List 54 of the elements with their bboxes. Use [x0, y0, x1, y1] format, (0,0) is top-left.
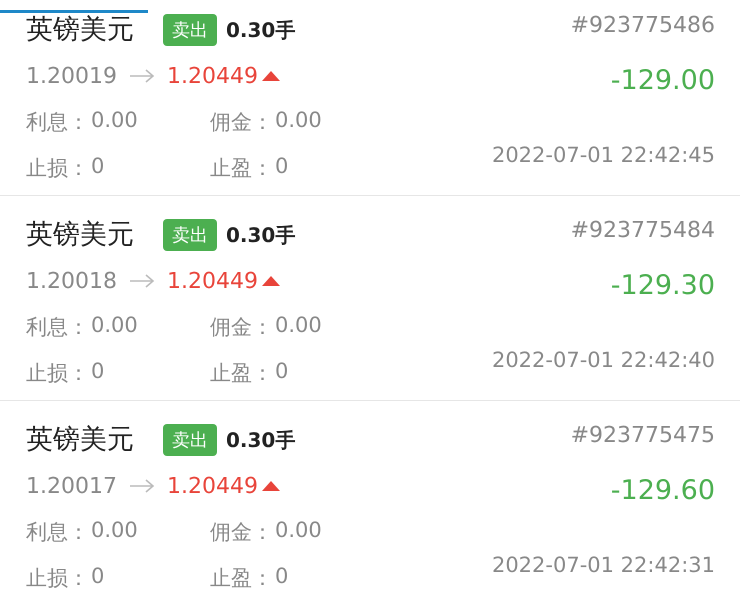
arrow-right-icon [128, 479, 155, 493]
take-profit-value: 0 [275, 359, 288, 385]
stop-loss-label: 止损： [26, 360, 89, 387]
profit-value: -129.30 [610, 270, 715, 303]
symbol-name: 英镑美元 [26, 16, 134, 44]
commission-value: 0.00 [275, 518, 322, 544]
stop-loss-label: 止损： [26, 565, 89, 592]
open-price: 1.20017 [26, 474, 117, 498]
open-price: 1.20018 [26, 268, 117, 294]
stop-loss-value: 0 [91, 564, 104, 590]
commission-label: 佣金： [210, 314, 273, 341]
take-profit-value: 0 [275, 564, 288, 590]
order-time: 2022-07-01 22:42:31 [492, 553, 715, 577]
take-profit-label: 止盈： [210, 155, 273, 182]
commission-value: 0.00 [275, 108, 322, 134]
lot-size: 0.30手 [226, 16, 296, 44]
lot-size: 0.30手 [226, 222, 296, 248]
take-profit-value: 0 [275, 154, 288, 180]
commission-label: 佣金： [210, 519, 273, 546]
take-profit-label: 止盈： [210, 360, 273, 387]
arrow-right-icon [128, 69, 155, 83]
swap-value: 0.00 [91, 108, 138, 134]
current-price: 1.20449 [166, 268, 258, 294]
arrow-right-icon [128, 274, 155, 288]
side-badge: 卖出 [163, 219, 217, 251]
profit-value: -129.00 [610, 65, 715, 98]
current-price: 1.20449 [166, 64, 258, 88]
order-row[interactable]: 英镑美元 卖出 0.30手 1.20018 1.20449 利息：0.00 佣金：0.00 止损：0 止盈：0 #923775484 -129.30 2022-07-01 22:42:40 [0, 196, 740, 401]
order-time: 2022-07-01 22:42:45 [492, 143, 715, 167]
order-row[interactable]: 英镑美元 卖出 0.30手 1.20017 1.20449 利息：0.00 佣金：0.00 止损：0 止盈：0 #923775475 -129.60 2022-07-01 22:42:31 [0, 401, 740, 600]
side-badge: 卖出 [163, 14, 217, 46]
stop-loss-label: 止损： [26, 155, 89, 182]
open-price: 1.20019 [26, 64, 117, 88]
stop-loss-value: 0 [91, 359, 104, 385]
take-profit-label: 止盈： [210, 565, 273, 592]
swap-value: 0.00 [91, 518, 138, 544]
symbol-name: 英镑美元 [26, 426, 134, 454]
swap-label: 利息： [26, 519, 89, 546]
swap-label: 利息： [26, 109, 89, 136]
symbol-name: 英镑美元 [26, 220, 134, 250]
side-badge: 卖出 [163, 424, 217, 456]
swap-value: 0.00 [91, 313, 138, 339]
profit-value: -129.60 [610, 475, 715, 508]
order-number: #923775475 [570, 423, 715, 450]
order-row[interactable]: 英镑美元 卖出 0.30手 1.20019 1.20449 利息：0.00 佣金：0.00 止损：0 止盈：0 #923775486 -129.00 2022-07-01 22:42:45 [0, 0, 740, 196]
commission-value: 0.00 [275, 313, 322, 339]
current-price: 1.20449 [166, 474, 258, 498]
lot-size: 0.30手 [226, 426, 296, 454]
order-number: #923775486 [570, 13, 715, 40]
order-time: 2022-07-01 22:42:40 [492, 348, 715, 372]
commission-label: 佣金： [210, 109, 273, 136]
swap-label: 利息： [26, 314, 89, 341]
stop-loss-value: 0 [91, 154, 104, 180]
order-number: #923775484 [570, 218, 715, 245]
